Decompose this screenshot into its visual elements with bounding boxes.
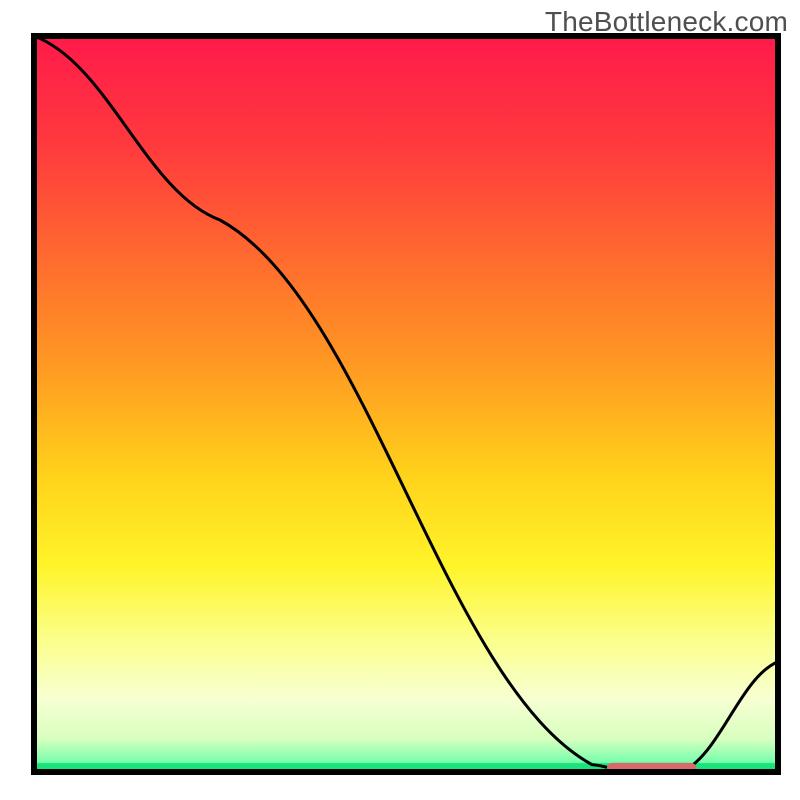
gradient-background (34, 36, 778, 772)
bottleneck-chart (0, 0, 800, 800)
chart-container: TheBottleneck.com (0, 0, 800, 800)
